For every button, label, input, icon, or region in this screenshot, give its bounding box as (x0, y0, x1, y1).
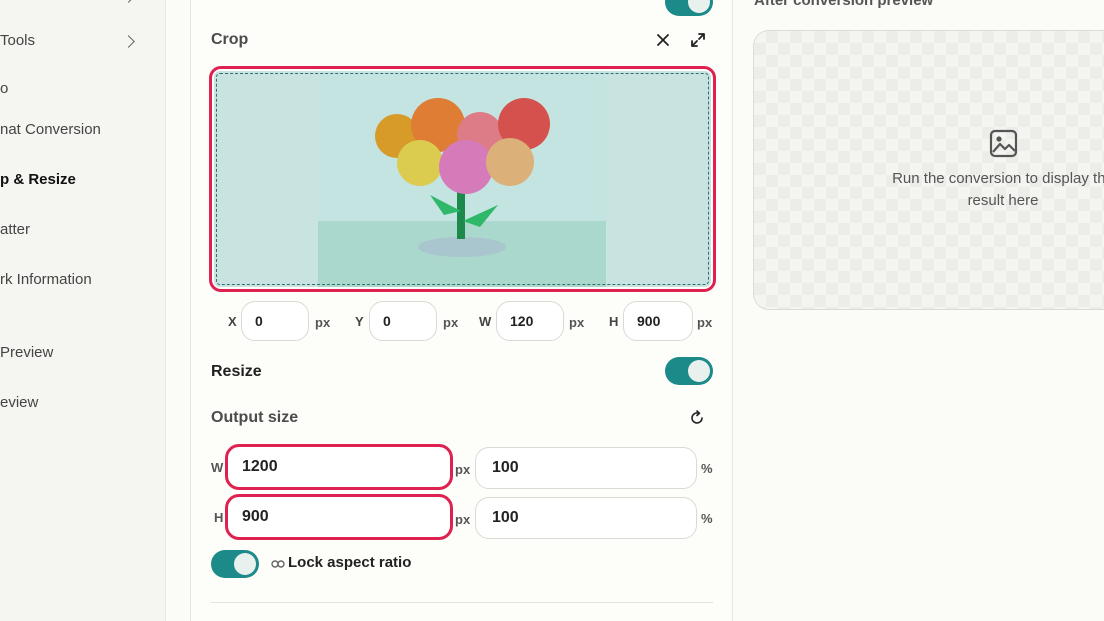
crop-y-input[interactable]: 0 (369, 301, 437, 341)
crop-h-unit: px (697, 315, 713, 330)
crop-h-label: H (609, 314, 619, 329)
divider (211, 602, 713, 603)
resize-width-pct-unit: % (701, 461, 713, 476)
resize-height-pct-unit: % (701, 511, 713, 526)
crop-w-input[interactable]: 120 (496, 301, 564, 341)
image-icon (989, 129, 1018, 163)
crop-y-label: Y (355, 314, 364, 329)
resize-h-label: H (214, 510, 224, 525)
output-size-label: Output size (211, 409, 299, 426)
resize-title: Resize (211, 363, 262, 380)
crop-w-unit: px (569, 315, 585, 330)
crop-image[interactable] (214, 71, 711, 287)
resize-w-label: W (211, 460, 224, 475)
resize-height-percent-input[interactable]: 100 (475, 497, 697, 539)
resize-width-input[interactable]: 1200 (225, 444, 453, 490)
top-toggle[interactable] (665, 0, 713, 16)
sidebar-item-formatter[interactable]: atter (0, 221, 30, 238)
crop-x-label: X (228, 314, 237, 329)
preview-message: Run the conversion to display the result… (892, 170, 1104, 209)
crop-w-label: W (479, 314, 492, 329)
settings-panel: Crop X 0 px Y 0 px W 120 px H 900 px Res… (190, 0, 733, 621)
resize-height-px-unit: px (455, 512, 471, 527)
crop-h-input[interactable]: 900 (623, 301, 693, 341)
sidebar-item-work-information[interactable]: rk Information (0, 271, 92, 288)
link-icon (271, 556, 285, 574)
crop-title: Crop (211, 31, 249, 48)
crop-x-unit: px (315, 315, 331, 330)
lock-aspect-label[interactable]: Lock aspect ratio (288, 554, 411, 571)
sidebar-item-tools[interactable]: Tools (0, 32, 35, 49)
expand-icon[interactable] (687, 29, 709, 51)
sidebar-item-review[interactable]: eview (0, 394, 38, 411)
resize-toggle[interactable] (665, 357, 713, 385)
sidebar-item-crop-resize[interactable]: p & Resize (0, 171, 76, 188)
crop-area[interactable] (209, 66, 716, 292)
resize-width-px-unit: px (455, 462, 471, 477)
flower-image (318, 71, 606, 287)
crop-y-unit: px (443, 315, 459, 330)
crop-x-input[interactable]: 0 (241, 301, 309, 341)
lock-aspect-toggle[interactable] (211, 550, 259, 578)
sidebar-item-preview[interactable]: Preview (0, 344, 53, 361)
chevron-right-icon[interactable] (122, 35, 135, 48)
preview-title: After conversion preview (754, 0, 934, 9)
sidebar-item-partial[interactable]: o (0, 80, 8, 97)
chevron-right-icon[interactable] (122, 0, 135, 3)
sidebar: Tools o nat Conversion p & Resize atter … (0, 0, 166, 621)
reset-icon[interactable] (686, 407, 708, 429)
resize-width-percent-input[interactable]: 100 (475, 447, 697, 489)
sidebar-item-format-conversion[interactable]: nat Conversion (0, 121, 101, 138)
close-icon[interactable] (652, 29, 674, 51)
resize-height-input[interactable]: 900 (225, 494, 453, 540)
